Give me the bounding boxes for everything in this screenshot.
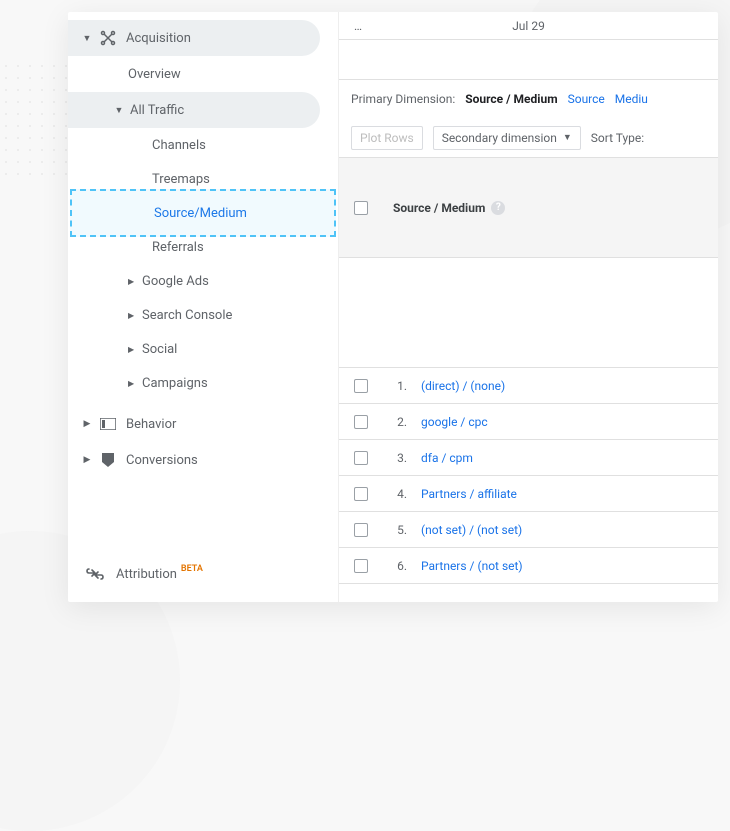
sidebar-item-search-console[interactable]: ▶ Search Console [68, 298, 338, 332]
sidebar-item-label: Campaigns [142, 376, 208, 391]
sidebar-item-google-ads[interactable]: ▶ Google Ads [68, 264, 338, 298]
row-checkbox[interactable] [354, 487, 368, 501]
primary-dimension-label: Primary Dimension: [351, 92, 455, 106]
controls-row: Plot Rows Secondary dimension ▼ Sort Typ… [339, 118, 718, 158]
sidebar-item-conversions[interactable]: ▶ Conversions [68, 442, 338, 478]
main-content: … Jul 29 Primary Dimension: Source / Med… [338, 12, 718, 602]
help-icon[interactable]: ? [491, 201, 505, 215]
sidebar-item-attribution[interactable]: Attribution BETA [68, 554, 338, 594]
row-value-link[interactable]: (not set) / (not set) [407, 523, 522, 537]
date-ellipsis: … [354, 19, 362, 33]
sidebar-item-label: Search Console [142, 308, 232, 323]
select-all-checkbox[interactable] [354, 201, 368, 215]
caret-right-icon: ▶ [128, 311, 142, 320]
row-checkbox[interactable] [354, 451, 368, 465]
sidebar-item-label: Google Ads [142, 274, 209, 289]
caret-right-icon: ▶ [82, 419, 92, 429]
sidebar-item-social[interactable]: ▶ Social [68, 332, 338, 366]
row-checkbox[interactable] [354, 523, 368, 537]
caret-down-icon: ▼ [114, 105, 124, 116]
row-value-link[interactable]: dfa / cpm [407, 451, 473, 465]
table-row: 6.Partners / (not set) [339, 548, 718, 584]
caret-right-icon: ▶ [128, 277, 142, 286]
sidebar-item-label: Social [142, 342, 177, 357]
sidebar-item-label: All Traffic [130, 103, 184, 118]
sidebar-item-label: Treemaps [152, 172, 210, 187]
sidebar-item-label: Source/Medium [154, 206, 247, 221]
table-header: Source / Medium ? [339, 158, 718, 258]
row-number: 5. [383, 523, 407, 537]
row-checkbox[interactable] [354, 415, 368, 429]
caret-down-icon: ▼ [82, 33, 92, 44]
primary-dimension-active[interactable]: Source / Medium [465, 92, 557, 106]
date-bar: … Jul 29 [339, 12, 718, 40]
caret-right-icon: ▶ [128, 379, 142, 388]
attribution-icon [86, 567, 106, 581]
row-value-link[interactable]: Partners / (not set) [407, 559, 523, 573]
caret-down-icon: ▼ [563, 132, 572, 143]
sidebar-item-channels[interactable]: Channels [68, 128, 338, 162]
sort-type-label: Sort Type: [591, 131, 644, 145]
column-header-label[interactable]: Source / Medium [393, 201, 485, 215]
sidebar-item-label: Acquisition [126, 31, 191, 46]
primary-dimension-link-source[interactable]: Source [568, 92, 605, 106]
sidebar-item-campaigns[interactable]: ▶ Campaigns [68, 366, 338, 400]
sidebar-item-label: Attribution [116, 567, 177, 582]
row-checkbox[interactable] [354, 559, 368, 573]
row-checkbox[interactable] [354, 379, 368, 393]
table-row: 5.(not set) / (not set) [339, 512, 718, 548]
sidebar-item-label: Overview [128, 67, 181, 82]
sidebar-item-acquisition[interactable]: ▼ Acquisition [68, 20, 320, 56]
row-value-link[interactable]: google / cpc [407, 415, 488, 429]
row-number: 2. [383, 415, 407, 429]
sidebar-item-overview[interactable]: Overview [68, 56, 338, 92]
sidebar-item-label: Conversions [126, 453, 198, 468]
table-row: 3.dfa / cpm [339, 440, 718, 476]
table-row: 4.Partners / affiliate [339, 476, 718, 512]
sidebar-item-label: Behavior [126, 417, 176, 432]
table-row: 1.(direct) / (none) [339, 368, 718, 404]
plot-rows-button[interactable]: Plot Rows [351, 126, 423, 150]
table-body: 1.(direct) / (none)2.google / cpc3.dfa /… [339, 368, 718, 584]
date-label: Jul 29 [512, 19, 545, 33]
sidebar-item-treemaps[interactable]: Treemaps [68, 162, 338, 196]
behavior-icon [98, 418, 118, 430]
primary-dimension-row: Primary Dimension: Source / Medium Sourc… [339, 80, 718, 118]
row-number: 6. [383, 559, 407, 573]
sidebar-item-source-medium[interactable]: Source/Medium [68, 196, 338, 230]
sidebar-item-label: Referrals [152, 240, 204, 255]
sidebar-item-all-traffic[interactable]: ▼ All Traffic [68, 92, 320, 128]
sidebar-item-referrals[interactable]: Referrals [68, 230, 338, 264]
row-number: 1. [383, 379, 407, 393]
chart-placeholder [339, 40, 718, 80]
primary-dimension-link-medium[interactable]: Mediu [615, 92, 648, 106]
dropdown-label: Secondary dimension [442, 131, 557, 145]
sidebar-item-behavior[interactable]: ▶ Behavior [68, 406, 338, 442]
conversions-icon [98, 452, 118, 468]
row-number: 3. [383, 451, 407, 465]
beta-badge: BETA [181, 564, 203, 574]
row-number: 4. [383, 487, 407, 501]
acquisition-icon [98, 30, 118, 46]
secondary-dimension-dropdown[interactable]: Secondary dimension ▼ [433, 126, 581, 150]
row-value-link[interactable]: Partners / affiliate [407, 487, 517, 501]
caret-right-icon: ▶ [128, 345, 142, 354]
table-row: 2.google / cpc [339, 404, 718, 440]
caret-right-icon: ▶ [82, 455, 92, 465]
app-panel: ▼ Acquisition Overview ▼ All Traffic Cha… [68, 12, 718, 602]
row-value-link[interactable]: (direct) / (none) [407, 379, 505, 393]
summary-spacer [339, 258, 718, 368]
sidebar: ▼ Acquisition Overview ▼ All Traffic Cha… [68, 12, 338, 602]
sidebar-item-label: Channels [152, 138, 206, 153]
